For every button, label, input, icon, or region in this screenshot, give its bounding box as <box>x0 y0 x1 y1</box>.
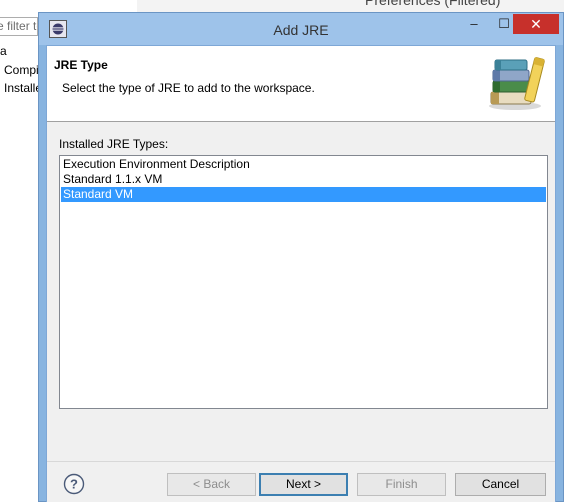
tree-item-compiler[interactable]: Compi <box>4 63 39 77</box>
wizard-header: JRE Type Select the type of JRE to add t… <box>47 46 555 122</box>
wizard-page-title: JRE Type <box>54 58 108 72</box>
tree-item-java[interactable]: a <box>0 44 7 58</box>
cancel-button[interactable]: Cancel <box>455 473 546 496</box>
list-item-standard-vm[interactable]: Standard VM <box>61 187 546 202</box>
minimize-button[interactable]: – <box>459 14 489 34</box>
jre-types-list[interactable]: Execution Environment Description Standa… <box>59 155 548 409</box>
installed-jre-types-label: Installed JRE Types: <box>59 137 169 151</box>
finish-button[interactable]: Finish <box>357 473 446 496</box>
back-button[interactable]: < Back <box>167 473 256 496</box>
preferences-tree-pane <box>0 37 38 502</box>
tree-item-installed-jres[interactable]: Installe <box>4 81 42 95</box>
screen: Preferences (Filtered) type filter text … <box>0 0 564 502</box>
next-button[interactable]: Next > <box>259 473 348 496</box>
add-jre-dialog: Add JRE – ☐ ✕ JRE Type Select the type o… <box>38 12 564 502</box>
help-icon[interactable]: ? <box>63 473 85 495</box>
wizard-page-description: Select the type of JRE to add to the wor… <box>62 81 315 95</box>
dialog-titlebar[interactable]: Add JRE – ☐ ✕ <box>39 13 563 45</box>
list-item-execution-environment[interactable]: Execution Environment Description <box>61 157 546 172</box>
filter-placeholder: type filter text <box>0 19 37 33</box>
list-item-standard-11x-vm[interactable]: Standard 1.1.x VM <box>61 172 546 187</box>
preferences-filter-input[interactable]: type filter text <box>0 17 38 36</box>
preferences-title: Preferences (Filtered) <box>365 0 501 8</box>
button-bar-separator <box>47 461 555 462</box>
close-button[interactable]: ✕ <box>513 14 559 34</box>
svg-text:?: ? <box>70 477 78 492</box>
dialog-client-area: JRE Type Select the type of JRE to add t… <box>46 45 556 502</box>
library-books-icon <box>489 57 545 110</box>
